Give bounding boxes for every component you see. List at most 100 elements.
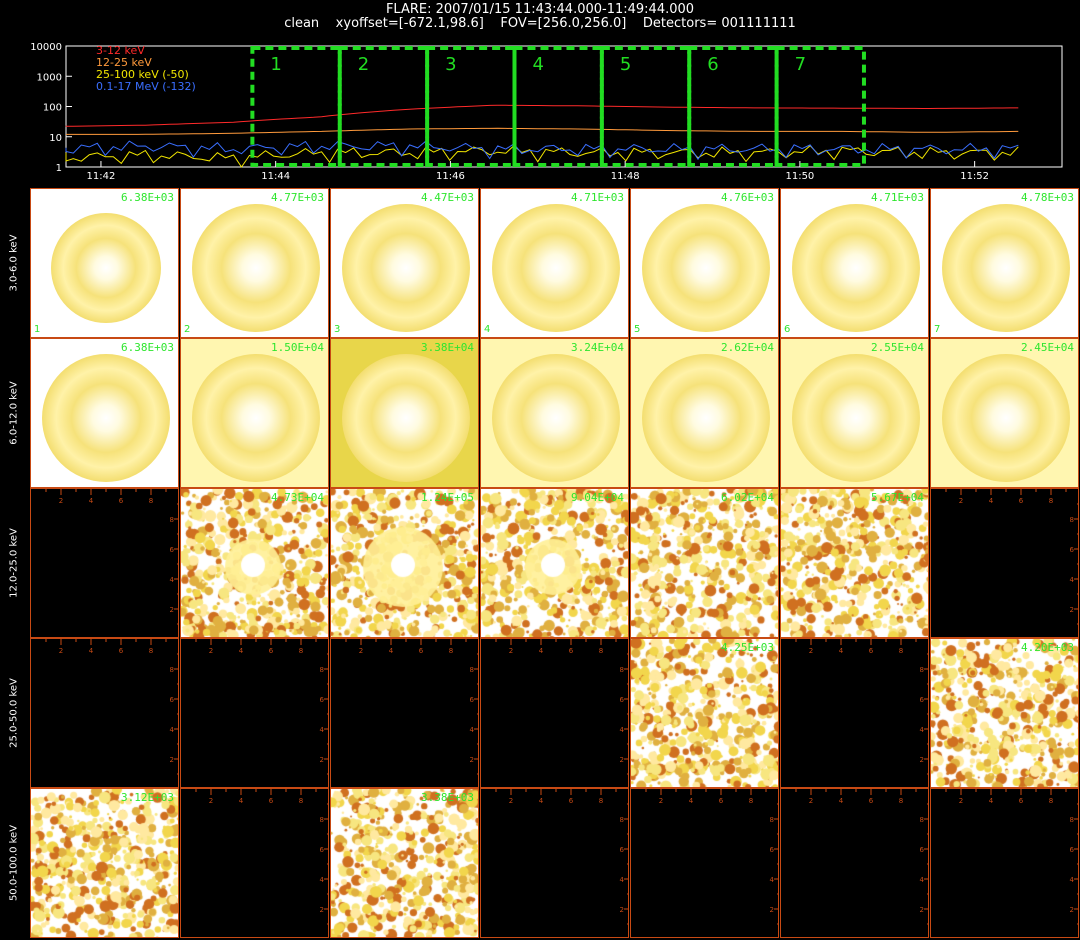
axis-tick-label: 8 (170, 516, 174, 524)
axis-tick-label: 2 (620, 756, 624, 764)
axis-ticks: 2 2 4 4 6 6 8 8 (645, 789, 778, 925)
image-panel: 4.73E+04 (180, 488, 329, 638)
row-label-text: 12.0-25.0 keV (8, 528, 20, 598)
row-label-text: 25.0-50.0 keV (8, 678, 20, 748)
axis-tick-label: 2 (59, 647, 63, 655)
axis-tick-label: 2 (920, 756, 924, 764)
panel-max-value: 3.38E+03 (421, 791, 474, 804)
noise-texture (631, 639, 778, 787)
axis-tick-label: 6 (170, 546, 175, 554)
axis-tick-label: 2 (809, 647, 813, 655)
image-panel-grid: 3.0-6.0 keV 6.0-12.0 keV 12.0-25.0 keV 25.0… (0, 0, 1080, 940)
noise-texture (331, 789, 478, 937)
axis-tick-label: 8 (320, 666, 324, 674)
axis-tick-label: 6 (1019, 797, 1024, 805)
noise-texture (331, 489, 478, 637)
image-panel: 2 2 4 4 6 6 8 8 (630, 788, 779, 938)
axis-tick-label: 4 (320, 726, 325, 734)
axis-tick-label: 4 (539, 797, 544, 805)
axis-ticks: 2 2 4 4 6 6 8 8 (945, 789, 1078, 925)
image-panel: 3.12E+03 (30, 788, 179, 938)
axis-ticks: 2 2 4 4 6 6 8 8 (195, 639, 328, 775)
panel-max-value: 1.50E+04 (271, 341, 324, 354)
axis-tick-label: 8 (899, 797, 903, 805)
axis-tick-label: 2 (920, 906, 924, 914)
image-panel: 3.24E+04 (480, 338, 629, 488)
image-panel: 4.71E+03 4 (480, 188, 629, 338)
axis-tick-label: 6 (869, 797, 874, 805)
image-panel: 1.24E+05 (330, 488, 479, 638)
source-ring (191, 354, 320, 482)
source-ring (641, 354, 770, 482)
axis-tick-label: 4 (389, 647, 394, 655)
panel-max-value: 2.62E+04 (721, 341, 774, 354)
image-panel: 3.38E+03 (330, 788, 479, 938)
panel-max-value: 4.73E+04 (271, 491, 324, 504)
row-label: 25.0-50.0 keV (0, 638, 28, 788)
image-panel: 2 2 4 4 6 6 8 8 (780, 638, 929, 788)
noise-texture (781, 489, 928, 637)
axis-tick-label: 2 (809, 797, 813, 805)
axis-tick-label: 6 (320, 846, 325, 854)
axis-tick-label: 8 (149, 497, 153, 505)
image-panel: 2 2 4 4 6 6 8 8 (180, 638, 329, 788)
axis-ticks: 2 2 4 4 6 6 8 8 (45, 489, 178, 625)
axis-tick-label: 8 (149, 647, 153, 655)
axis-tick-label: 2 (209, 647, 213, 655)
axis-ticks: 2 2 4 4 6 6 8 8 (795, 639, 928, 775)
image-panel: 4.77E+03 2 (180, 188, 329, 338)
panel-max-value: 1.24E+05 (421, 491, 474, 504)
axis-tick-label: 6 (470, 696, 475, 704)
panel-max-value: 3.38E+04 (421, 341, 474, 354)
axis-tick-label: 4 (539, 647, 544, 655)
image-panel: 4.47E+03 3 (330, 188, 479, 338)
axis-tick-label: 8 (470, 666, 474, 674)
axis-ticks: 2 2 4 4 6 6 8 8 (195, 789, 328, 925)
source-ring (341, 204, 470, 332)
axis-tick-label: 6 (620, 696, 625, 704)
axis-tick-label: 8 (1070, 516, 1074, 524)
source-ring (491, 354, 620, 482)
axis-tick-label: 8 (899, 647, 903, 655)
image-panel: 2.62E+04 (630, 338, 779, 488)
axis-tick-label: 6 (119, 647, 124, 655)
axis-tick-label: 4 (170, 576, 175, 584)
panel-max-value: 6.38E+03 (121, 191, 174, 204)
source-ring (50, 213, 161, 323)
panel-max-value: 5.67E+04 (871, 491, 924, 504)
panel-max-value: 2.55E+04 (871, 341, 924, 354)
axis-tick-label: 6 (269, 797, 274, 805)
axis-tick-label: 8 (320, 816, 324, 824)
axis-tick-label: 6 (1019, 497, 1024, 505)
axis-tick-label: 2 (509, 797, 513, 805)
image-panel: 4.25E+03 (630, 638, 779, 788)
axis-tick-label: 2 (320, 756, 324, 764)
image-panel: 1.50E+04 (180, 338, 329, 488)
panel-max-value: 6.02E+04 (721, 491, 774, 504)
image-panel: 2 2 4 4 6 6 8 8 (180, 788, 329, 938)
axis-tick-label: 4 (239, 797, 244, 805)
source-ring (191, 204, 320, 332)
axis-tick-label: 6 (1070, 846, 1075, 854)
noise-texture (181, 489, 328, 637)
panel-max-value: 4.20E+03 (1021, 641, 1074, 654)
axis-ticks: 2 2 4 4 6 6 8 8 (345, 639, 478, 775)
image-panel: 2 2 4 4 6 6 8 8 (30, 638, 179, 788)
axis-tick-label: 4 (1070, 576, 1075, 584)
axis-tick-label: 2 (770, 906, 774, 914)
rhessi-flare-figure: FLARE: 2007/01/15 11:43:44.000-11:49:44.… (0, 0, 1080, 940)
axis-tick-label: 6 (920, 846, 925, 854)
source-ring (491, 204, 620, 332)
image-panel: 3.38E+04 (330, 338, 479, 488)
panel-index: 1 (34, 324, 41, 335)
axis-tick-label: 6 (920, 696, 925, 704)
axis-ticks: 2 2 4 4 6 6 8 8 (495, 639, 628, 775)
axis-tick-label: 2 (1070, 606, 1074, 614)
panel-max-value: 4.71E+03 (871, 191, 924, 204)
axis-tick-label: 4 (920, 726, 925, 734)
panel-max-value: 2.45E+04 (1021, 341, 1074, 354)
axis-ticks: 2 2 4 4 6 6 8 8 (45, 639, 178, 775)
row-label: 50.0-100.0 keV (0, 788, 28, 938)
axis-tick-label: 4 (839, 797, 844, 805)
axis-tick-label: 6 (770, 846, 775, 854)
